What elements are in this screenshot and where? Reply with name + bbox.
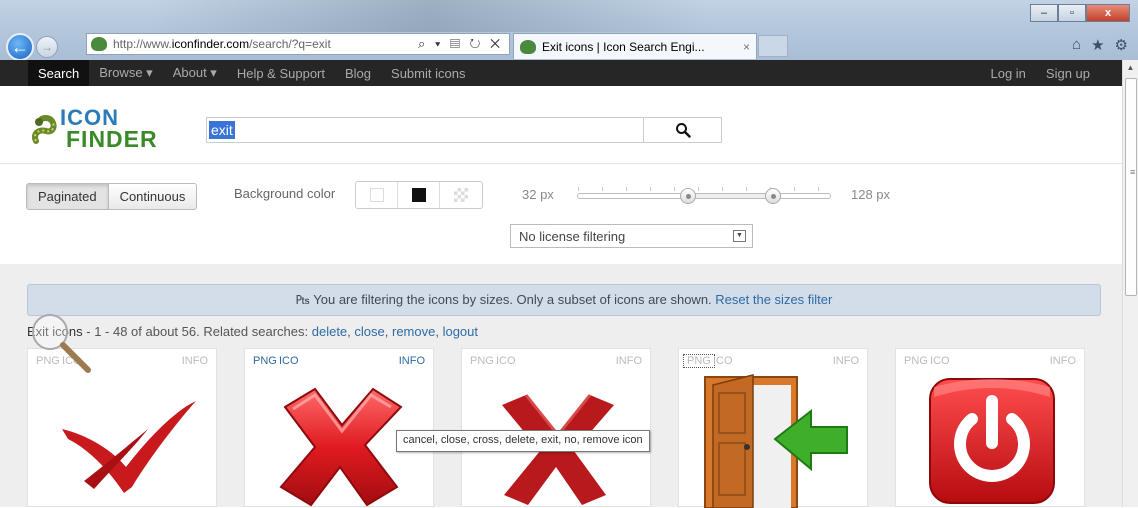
related-link-close[interactable]: close bbox=[354, 324, 384, 339]
icon-card[interactable]: PNG ICO INFO bbox=[461, 348, 651, 507]
home-icon[interactable]: ⌂ bbox=[1072, 36, 1081, 54]
related-link-logout[interactable]: logout bbox=[443, 324, 478, 339]
bg-checker-swatch[interactable] bbox=[440, 182, 482, 208]
nav-blog[interactable]: Blog bbox=[335, 60, 381, 86]
slider-ticks bbox=[578, 187, 832, 191]
results-area: ₧ You are filtering the icons by sizes. … bbox=[0, 264, 1122, 508]
info-link[interactable]: INFO bbox=[616, 355, 642, 367]
results-range: - 1 - 48 of about 56. bbox=[82, 324, 200, 339]
slider-range-fill bbox=[688, 194, 773, 198]
magnifier-icon bbox=[675, 123, 691, 138]
nav-signup[interactable]: Sign up bbox=[1036, 60, 1100, 86]
tab-title: Exit icons | Icon Search Engi... bbox=[542, 39, 705, 54]
info-link[interactable]: INFO bbox=[182, 355, 208, 367]
browser-nav: ← → bbox=[6, 33, 58, 61]
nav-account: Log in Sign up bbox=[980, 60, 1100, 86]
nav-help[interactable]: Help & Support bbox=[227, 60, 335, 86]
scroll-thumb[interactable]: ≡ bbox=[1125, 78, 1137, 296]
size-min-label: 32 px bbox=[522, 187, 554, 202]
related-link-remove[interactable]: remove bbox=[392, 324, 435, 339]
door-exit-arrow-icon bbox=[704, 374, 848, 508]
ico-link[interactable]: ICO bbox=[930, 355, 950, 367]
size-range-slider[interactable] bbox=[577, 187, 832, 204]
favorites-star-icon[interactable]: ★ bbox=[1091, 36, 1104, 54]
minimize-button[interactable]: – bbox=[1030, 4, 1058, 22]
address-bar[interactable]: http://www.iconfinder.com/search/?q=exit… bbox=[86, 33, 510, 55]
background-color-swatches bbox=[355, 181, 483, 209]
tab-close-button[interactable]: × bbox=[743, 40, 750, 54]
address-controls[interactable]: ⌕ ▾ ▤ ↻ ✕ bbox=[418, 36, 503, 52]
red-power-button-icon bbox=[929, 378, 1055, 504]
size-max-label: 128 px bbox=[851, 187, 891, 202]
back-button[interactable]: ← bbox=[6, 33, 34, 61]
reset-sizes-filter-link[interactable]: Reset the sizes filter bbox=[715, 292, 832, 307]
results-summary: Exit icons - 1 - 48 of about 56. Related… bbox=[27, 324, 478, 339]
bg-white-swatch[interactable] bbox=[356, 182, 398, 208]
logo-text-finder-word: FINDER bbox=[66, 126, 158, 152]
site-header: ICON FINDER exit bbox=[0, 86, 1122, 164]
license-select-value: No license filtering bbox=[519, 229, 626, 244]
browser-titlebar: – ▫ x ← → http://www.iconfinder.com/sear… bbox=[0, 0, 1138, 61]
window-controls: – ▫ x bbox=[1030, 4, 1130, 22]
browser-tools: ⌂ ★ ⚙ bbox=[1072, 36, 1128, 54]
titlebar-gradient bbox=[150, 0, 710, 32]
png-link[interactable]: PNG bbox=[470, 355, 494, 367]
filter-icon: ₧ bbox=[295, 292, 310, 307]
related-label: Related searches: bbox=[199, 324, 312, 339]
related-link-delete[interactable]: delete bbox=[312, 324, 347, 339]
site-navbar: Search Browse ▾ About ▾ Help & Support B… bbox=[0, 60, 1122, 86]
ico-link[interactable]: ICO bbox=[279, 355, 299, 367]
settings-gear-icon[interactable]: ⚙ bbox=[1115, 36, 1128, 54]
scroll-up-arrow-icon[interactable]: ▲ bbox=[1123, 60, 1138, 76]
browser-tab[interactable]: Exit icons | Icon Search Engi... × bbox=[513, 33, 757, 59]
size-filter-alert: ₧ You are filtering the icons by sizes. … bbox=[27, 284, 1101, 316]
red-check-cross-icon bbox=[62, 401, 196, 493]
info-link[interactable]: INFO bbox=[399, 355, 425, 367]
nav-browse[interactable]: Browse ▾ bbox=[89, 60, 163, 86]
iconfinder-logo[interactable]: ICON FINDER bbox=[30, 105, 180, 152]
search-box[interactable]: exit bbox=[206, 117, 722, 143]
continuous-button[interactable]: Continuous bbox=[108, 184, 197, 209]
bg-black-swatch[interactable] bbox=[398, 182, 440, 208]
icon-card[interactable]: PNG ICO INFO bbox=[678, 348, 868, 508]
nav-submit-icons[interactable]: Submit icons bbox=[381, 60, 475, 86]
pagination-toggle: Paginated Continuous bbox=[26, 183, 198, 210]
slider-min-handle[interactable] bbox=[680, 188, 696, 204]
license-filter-select[interactable]: No license filtering ▼ bbox=[510, 224, 753, 248]
address-url: http://www.iconfinder.com/search/?q=exit bbox=[113, 37, 331, 51]
tab-favicon-icon bbox=[520, 39, 536, 54]
ico-link[interactable]: ICO bbox=[713, 355, 733, 367]
nav-login[interactable]: Log in bbox=[980, 60, 1035, 86]
slider-max-handle[interactable] bbox=[765, 188, 781, 204]
background-color-label: Background color bbox=[234, 186, 336, 201]
maximize-button[interactable]: ▫ bbox=[1058, 4, 1086, 22]
filter-controls: Paginated Continuous Background color 32… bbox=[0, 164, 1122, 264]
nav-about[interactable]: About ▾ bbox=[163, 60, 227, 86]
search-button[interactable] bbox=[643, 117, 721, 143]
png-link[interactable]: PNG bbox=[904, 355, 928, 367]
forward-button[interactable]: → bbox=[36, 36, 58, 58]
icon-card[interactable]: PNG ICO INFO bbox=[244, 348, 434, 507]
png-link[interactable]: PNG bbox=[683, 354, 715, 368]
info-link[interactable]: INFO bbox=[1050, 355, 1076, 367]
info-link[interactable]: INFO bbox=[833, 355, 859, 367]
chevron-down-icon[interactable]: ▼ bbox=[733, 230, 746, 242]
icon-card[interactable]: PNG ICO INFO bbox=[895, 348, 1085, 507]
new-tab-button[interactable] bbox=[758, 35, 788, 57]
magnifier-cursor-icon bbox=[32, 314, 91, 373]
ico-link[interactable]: ICO bbox=[496, 355, 516, 367]
search-input[interactable]: exit bbox=[209, 121, 235, 139]
close-window-button[interactable]: x bbox=[1086, 4, 1130, 22]
alert-text: You are filtering the icons by sizes. On… bbox=[313, 292, 712, 307]
icon-tags-tooltip: cancel, close, cross, delete, exit, no, … bbox=[396, 430, 650, 452]
paginated-button[interactable]: Paginated bbox=[27, 184, 109, 209]
site-favicon-icon bbox=[91, 37, 107, 51]
page-scrollbar[interactable]: ▲ ≡ bbox=[1122, 60, 1138, 507]
nav-search[interactable]: Search bbox=[28, 60, 90, 86]
png-link[interactable]: PNG bbox=[253, 355, 277, 367]
